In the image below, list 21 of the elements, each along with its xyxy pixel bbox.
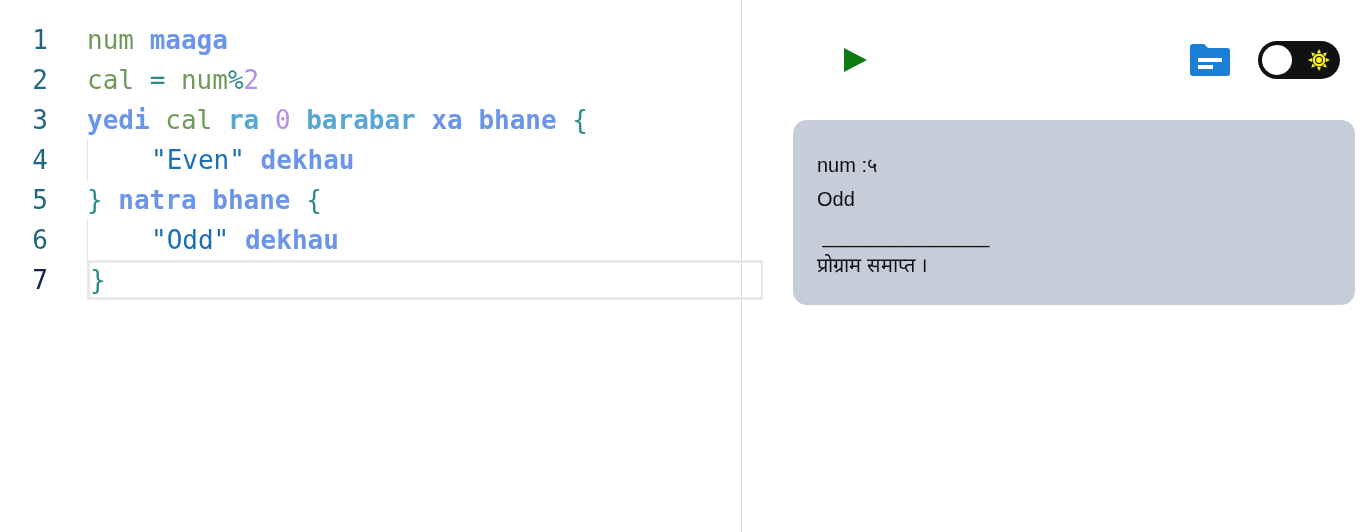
code-line: cal = num%2 — [87, 64, 261, 97]
line-number: 3 — [31, 105, 48, 135]
code-line: yedi cal ra 0 barabar xa bhane { — [87, 104, 589, 137]
line-number: 5 — [31, 185, 48, 215]
code-line: num maaga — [87, 24, 229, 57]
sun-icon — [1308, 49, 1330, 71]
line-number: 6 — [31, 225, 48, 255]
output-line: प्रोग्राम समाप्त । — [817, 253, 929, 278]
theme-toggle[interactable] — [1258, 41, 1340, 79]
code-line: "Even" dekhau — [87, 140, 761, 180]
folder-icon[interactable] — [1190, 44, 1230, 76]
code-line: } natra bhane { — [87, 184, 323, 217]
line-number: 4 — [31, 145, 48, 175]
run-button[interactable] — [843, 48, 867, 72]
output-line: num :५ — [817, 153, 878, 178]
line-number: 2 — [31, 65, 48, 95]
output-line: Odd — [817, 187, 855, 212]
output-line: _______________ — [821, 224, 990, 248]
line-number: 1 — [31, 25, 48, 55]
line-number: 7 — [31, 265, 48, 295]
code-line: "Odd" dekhau — [87, 220, 761, 260]
